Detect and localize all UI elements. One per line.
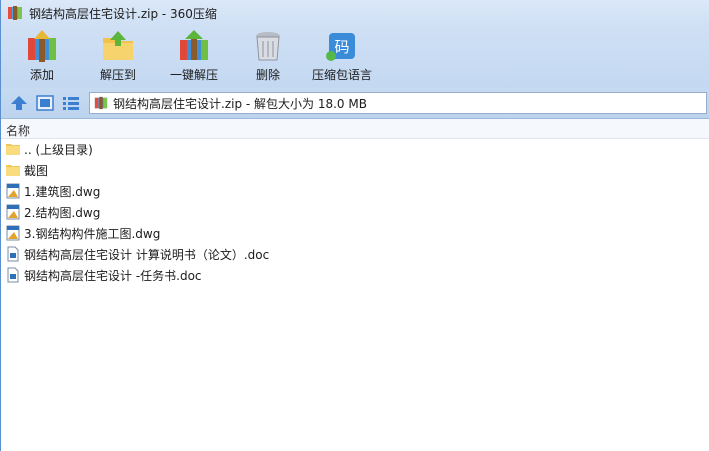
add-archive-icon — [28, 30, 56, 62]
toolbar: 添加 解压到 一键解压 删除 码 压缩包语言 — [1, 26, 709, 88]
extract-to-label: 解压到 — [99, 68, 136, 82]
file-name: 3.钢结构构件施工图.dwg — [24, 226, 161, 241]
list-item[interactable]: 1.建筑图.dwg — [5, 181, 100, 201]
extract-folder-icon — [103, 31, 133, 60]
dwg-file-icon — [6, 225, 20, 241]
list-item[interactable]: 2.结构图.dwg — [5, 202, 100, 222]
file-list: .. (上级目录) 截图 1.建筑图.dwg 2.结构图.dwg 3.钢结构构件… — [1, 139, 709, 451]
window-title: 钢结构高层住宅设计.zip - 360压缩 — [29, 6, 217, 21]
list-item[interactable]: 钢结构高层住宅设计 -任务书.doc — [5, 265, 202, 285]
list-item[interactable]: 钢结构高层住宅设计 计算说明书（论文）.doc — [5, 244, 269, 264]
dwg-file-icon — [6, 183, 20, 199]
address-bar[interactable]: 钢结构高层住宅设计.zip - 解包大小为 18.0 MB — [89, 92, 707, 114]
trash-icon — [256, 32, 280, 61]
file-name: .. (上级目录) — [24, 142, 93, 157]
file-name: 截图 — [24, 163, 49, 178]
app-window: 钢结构高层住宅设计.zip - 360压缩 添加 解压到 一键解压 删除 码 压… — [0, 0, 709, 451]
file-name: 钢结构高层住宅设计 -任务书.doc — [24, 268, 202, 283]
file-name: 钢结构高层住宅设计 计算说明书（论文）.doc — [24, 247, 270, 262]
title-bar: 钢结构高层住宅设计.zip - 360压缩 — [1, 0, 709, 26]
navigation-bar: 钢结构高层住宅设计.zip - 解包大小为 18.0 MB — [1, 88, 709, 119]
file-name: 1.建筑图.dwg — [24, 184, 101, 199]
archive-icon — [8, 6, 22, 20]
doc-file-icon — [7, 246, 19, 262]
add-button[interactable]: 添加 — [15, 30, 69, 86]
delete-label: 删除 — [255, 68, 280, 82]
list-item[interactable]: 截图 — [5, 160, 48, 180]
archive-icon — [94, 96, 108, 110]
address-text: 钢结构高层住宅设计.zip - 解包大小为 18.0 MB — [113, 96, 367, 111]
list-view-icon[interactable] — [62, 95, 80, 111]
language-code-icon: 码 — [326, 33, 355, 61]
doc-file-icon — [7, 267, 19, 283]
folder-icon — [6, 165, 20, 176]
column-header-name[interactable]: 名称 — [6, 122, 30, 139]
up-arrow-icon[interactable] — [10, 95, 28, 111]
extract-to-button[interactable]: 解压到 — [90, 30, 146, 86]
file-name: 2.结构图.dwg — [24, 205, 101, 220]
archive-language-label: 压缩包语言 — [311, 68, 372, 82]
list-item-parent-directory[interactable]: .. (上级目录) — [5, 139, 93, 159]
dwg-file-icon — [6, 204, 20, 220]
language-glyph: 码 — [334, 38, 349, 56]
list-header: 名称 — [1, 119, 709, 139]
list-item[interactable]: 3.钢结构构件施工图.dwg — [5, 223, 160, 243]
quick-extract-icon — [180, 30, 208, 60]
quick-extract-button[interactable]: 一键解压 — [165, 30, 223, 86]
quick-extract-label: 一键解压 — [169, 68, 218, 82]
folder-icon — [6, 144, 20, 155]
large-icon-view-icon[interactable] — [36, 95, 54, 111]
archive-language-button[interactable]: 码 压缩包语言 — [309, 30, 375, 86]
add-label: 添加 — [29, 68, 54, 82]
delete-button[interactable]: 删除 — [247, 30, 289, 86]
